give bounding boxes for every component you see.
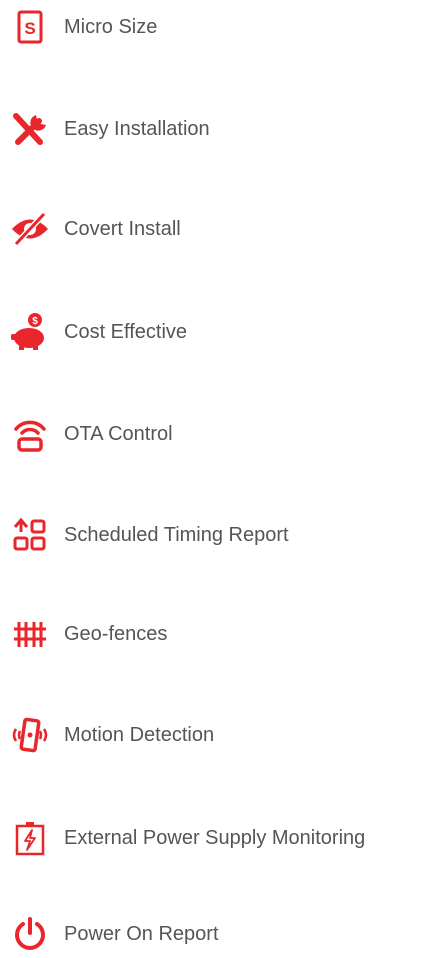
feature-item-covert-install: Covert Install: [0, 209, 442, 249]
feature-item-scheduled-timing-report: Scheduled Timing Report: [0, 515, 442, 555]
feature-label: External Power Supply Monitoring: [64, 827, 366, 849]
feature-label: Covert Install: [64, 218, 181, 240]
feature-item-motion-detection: Motion Detection: [0, 715, 442, 755]
feature-label: Power On Report: [64, 923, 219, 945]
fence-icon: [10, 614, 50, 654]
svg-text:$: $: [32, 316, 38, 327]
micro-size-icon: S: [10, 7, 50, 47]
scheduled-report-icon: [10, 515, 50, 555]
feature-label: Micro Size: [64, 16, 158, 38]
feature-label: Geo-fences: [64, 623, 168, 645]
router-signal-icon: [10, 414, 50, 454]
feature-item-easy-installation: Easy Installation: [0, 109, 442, 149]
battery-bolt-icon: [10, 818, 50, 858]
feature-label: Scheduled Timing Report: [64, 524, 289, 546]
feature-label: Motion Detection: [64, 724, 215, 746]
tools-icon: [10, 109, 50, 149]
piggy-bank-icon: $: [10, 312, 50, 352]
vibrating-device-icon: [10, 715, 50, 755]
svg-text:S: S: [24, 19, 35, 38]
power-icon: [10, 914, 50, 954]
feature-item-cost-effective: $ Cost Effective: [0, 312, 442, 352]
feature-item-power-on-report: Power On Report: [0, 914, 442, 954]
feature-item-micro-size: S Micro Size: [0, 7, 442, 47]
feature-item-external-power-monitoring: External Power Supply Monitoring: [0, 818, 442, 858]
eye-slash-icon: [10, 209, 50, 249]
feature-label: Cost Effective: [64, 321, 188, 343]
feature-label: OTA Control: [64, 423, 173, 445]
feature-item-geo-fences: Geo-fences: [0, 614, 442, 654]
feature-item-ota-control: OTA Control: [0, 414, 442, 454]
feature-label: Easy Installation: [64, 118, 210, 140]
